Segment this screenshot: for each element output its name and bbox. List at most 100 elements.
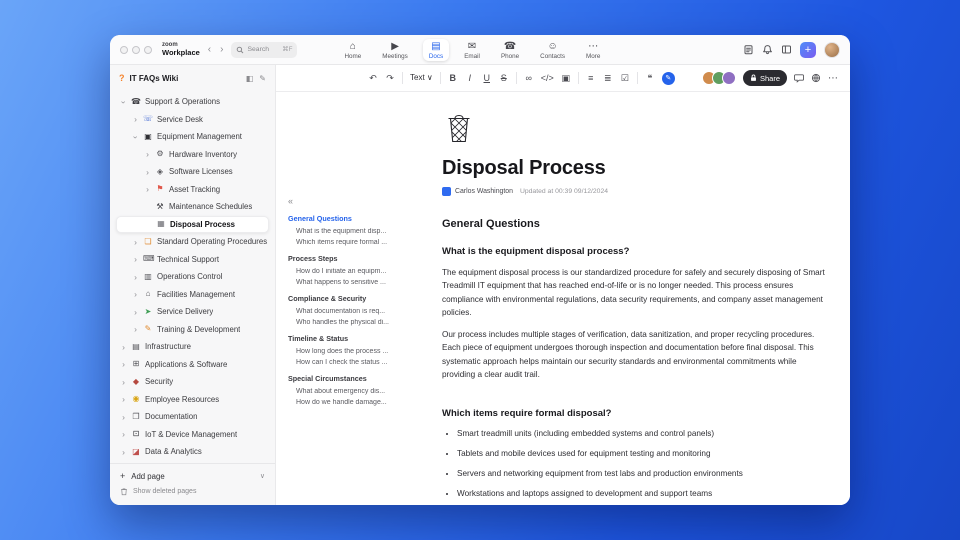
tab-docs[interactable]: ▤ Docs (422, 38, 450, 61)
forward-button[interactable]: › (219, 44, 224, 55)
close-button[interactable] (120, 45, 128, 54)
outline-item[interactable]: What about emergency dis... (288, 388, 422, 395)
chevron-icon[interactable] (132, 255, 139, 264)
tab-meetings[interactable]: ▶ Meetings (376, 39, 414, 61)
sidebar-item-standard-operating-procedures[interactable]: ❏ Standard Operating Procedures (116, 233, 269, 251)
chevron-icon[interactable] (144, 150, 151, 159)
add-page-button[interactable]: + Add page ∨ (120, 468, 265, 484)
outline-item[interactable]: How long does the process ... (288, 348, 422, 355)
outline-section[interactable]: Timeline & Status (288, 334, 422, 343)
sidebar-item-facilities-management[interactable]: ⌂ Facilities Management (116, 286, 269, 304)
outline-section[interactable]: Compliance & Security (288, 294, 422, 303)
minimize-button[interactable] (132, 45, 140, 54)
back-button[interactable]: ‹ (207, 44, 212, 55)
chevron-icon[interactable] (132, 238, 139, 247)
search-input[interactable]: Search ⌘F (231, 41, 298, 58)
sidebar-item-infrastructure[interactable]: ▤ Infrastructure (116, 338, 269, 356)
sidebar-item-data-analytics[interactable]: ◪ Data & Analytics (116, 443, 269, 461)
outline-item[interactable]: What documentation is req... (288, 308, 422, 315)
bell-icon[interactable] (762, 44, 773, 55)
italic-icon[interactable]: I (465, 73, 475, 83)
outline-section[interactable]: General Questions (288, 214, 422, 223)
tab-email[interactable]: ✉ Email (458, 39, 486, 61)
collaborator-avatar[interactable] (721, 71, 736, 85)
outline-section[interactable]: Special Circumstances (288, 374, 422, 383)
chevron-icon[interactable] (144, 168, 151, 177)
new-button[interactable]: + (800, 41, 816, 58)
underline-icon[interactable]: U (482, 73, 492, 83)
undo-icon[interactable]: ↶ (368, 73, 378, 83)
sidebar-item-training-development[interactable]: ✎ Training & Development (116, 321, 269, 339)
collapse-outline-icon[interactable]: « (288, 196, 422, 206)
outline-item[interactable]: How do I initiate an equipm... (288, 268, 422, 275)
outline-item[interactable]: How do we handle damage... (288, 399, 422, 406)
chevron-icon[interactable] (120, 360, 127, 369)
chevron-icon[interactable] (132, 115, 139, 124)
outline-item[interactable]: What is the equipment disp... (288, 228, 422, 235)
sidebar-item-support-operations[interactable]: ☎ Support & Operations (116, 93, 269, 111)
chevron-icon[interactable] (132, 325, 139, 334)
sidebar-item-maintenance-schedules[interactable]: ⚒ Maintenance Schedules (116, 198, 269, 216)
sidebar-item-technical-support[interactable]: ⌨ Technical Support (116, 251, 269, 269)
outline-item[interactable]: Which items require formal ... (288, 239, 422, 246)
sidebar-item-employee-resources[interactable]: ◉ Employee Resources (116, 391, 269, 409)
chevron-icon[interactable] (131, 133, 140, 140)
more-options-button[interactable]: ⋯ (828, 73, 838, 84)
share-button[interactable]: Share (742, 70, 787, 86)
strikethrough-icon[interactable]: S (499, 73, 509, 83)
ai-pen-icon[interactable]: ✎ (661, 71, 675, 85)
bullet-list-icon[interactable]: ≡ (586, 73, 596, 83)
compose-icon[interactable]: ✎ (259, 74, 266, 83)
comment-icon[interactable]: ❝ (645, 73, 655, 83)
sidebar-item-applications-software[interactable]: ⊞ Applications & Software (116, 356, 269, 374)
chevron-icon[interactable] (132, 273, 139, 282)
collapse-sidebar-icon[interactable]: ◧ (246, 74, 254, 83)
align-icon[interactable]: ≣ (603, 73, 613, 83)
sidebar-item-software-licenses[interactable]: ◈ Software Licenses (116, 163, 269, 181)
outline-section[interactable]: Process Steps (288, 254, 422, 263)
comment-bubble-icon[interactable] (794, 73, 804, 83)
sidebar-item-asset-tracking[interactable]: ⚑ Asset Tracking (116, 181, 269, 199)
outline-item[interactable]: How can I check the status ... (288, 359, 422, 366)
chevron-icon[interactable] (119, 98, 128, 105)
clipboard-icon[interactable] (743, 44, 754, 55)
chevron-icon[interactable] (144, 185, 151, 194)
sidebar-item-documentation[interactable]: ❐ Documentation (116, 408, 269, 426)
sidebar-item-disposal-process[interactable]: ▦ Disposal Process (116, 215, 269, 233)
outline-item[interactable]: What happens to sensitive ... (288, 279, 422, 286)
sidebar-item-equipment-management[interactable]: ▣ Equipment Management (116, 128, 269, 146)
chevron-icon[interactable] (120, 448, 127, 457)
image-icon[interactable]: ▣ (561, 73, 571, 83)
globe-icon[interactable] (811, 73, 821, 83)
chevron-icon[interactable] (120, 413, 127, 422)
chevron-icon[interactable] (132, 290, 139, 299)
chevron-icon[interactable] (120, 343, 127, 352)
sidebar-item-security[interactable]: ◆ Security (116, 373, 269, 391)
chevron-icon[interactable] (120, 430, 127, 439)
tab-contacts[interactable]: ☺ Contacts (534, 39, 571, 61)
outline-item[interactable]: Who handles the physical di... (288, 319, 422, 326)
sidebar-item-service-delivery[interactable]: ➤ Service Delivery (116, 303, 269, 321)
redo-icon[interactable]: ↷ (385, 73, 395, 83)
show-deleted-pages-button[interactable]: Show deleted pages (120, 484, 265, 498)
tab-phone[interactable]: ☎ Phone (495, 39, 525, 61)
tab-more[interactable]: ⋯ More (580, 39, 606, 61)
user-avatar[interactable] (824, 41, 840, 58)
chevron-down-icon[interactable]: ∨ (260, 472, 265, 480)
chevron-icon[interactable] (132, 308, 139, 317)
sidebar-item-operations-control[interactable]: ▥ Operations Control (116, 268, 269, 286)
document-editor[interactable]: Disposal Process Carlos Washington Updat… (426, 92, 850, 505)
tab-home[interactable]: ⌂ Home (338, 39, 367, 61)
link-icon[interactable]: ∞ (524, 73, 534, 83)
chevron-icon[interactable] (120, 378, 127, 387)
sidebar-item-hardware-inventory[interactable]: ⚙ Hardware Inventory (116, 146, 269, 164)
sidebar-item-service-desk[interactable]: ☏ Service Desk (116, 111, 269, 129)
bold-icon[interactable]: B (448, 73, 458, 83)
code-icon[interactable]: </> (541, 73, 554, 83)
layout-panel-icon[interactable] (781, 44, 792, 55)
chevron-icon[interactable] (120, 395, 127, 404)
checklist-icon[interactable]: ☑ (620, 73, 630, 83)
sidebar-item-iot-device-management[interactable]: ⊡ IoT & Device Management (116, 426, 269, 444)
zoom-button[interactable] (144, 45, 152, 54)
chevron-down-icon[interactable]: Text ∨ (410, 74, 433, 82)
